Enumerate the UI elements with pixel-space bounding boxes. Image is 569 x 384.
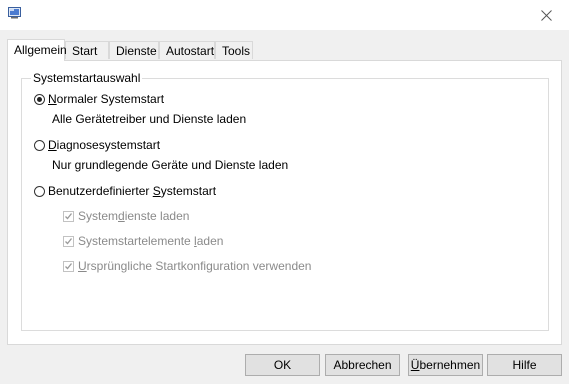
- apply-button[interactable]: Übernehmen: [408, 354, 483, 376]
- normal-startup-radio[interactable]: Normaler Systemstart: [34, 91, 164, 107]
- checkmark-icon: [65, 237, 73, 244]
- close-icon: [540, 9, 552, 21]
- checkbox[interactable]: [63, 210, 74, 222]
- checkmark-icon: [65, 212, 73, 219]
- checkmark-icon: [65, 262, 73, 269]
- load-startup-items-checkbox[interactable]: Systemstartelemente laden: [63, 233, 223, 249]
- help-button[interactable]: Hilfe: [487, 354, 562, 376]
- msconfig-app-icon: [8, 7, 21, 19]
- normal-startup-description: Alle Gerätetreiber und Dienste laden: [52, 112, 247, 126]
- tab-start[interactable]: Start: [65, 41, 109, 59]
- tab-allgemein[interactable]: Allgemein: [7, 39, 67, 61]
- normal-startup-label: Normaler Systemstart: [48, 92, 165, 106]
- close-button[interactable]: [523, 0, 569, 30]
- general-tab-panel: Systemstartauswahl Normaler Systemstart …: [7, 60, 562, 345]
- checkbox[interactable]: [63, 235, 74, 247]
- load-startup-items-label: Systemstartelemente laden: [78, 234, 224, 248]
- tab-autostart[interactable]: Autostart: [159, 41, 215, 59]
- tab-tools[interactable]: Tools: [215, 41, 253, 59]
- checkbox[interactable]: [63, 260, 74, 272]
- radio-button[interactable]: [34, 93, 45, 105]
- system-configuration-window: Allgemein Start Dienste Autostart Tools …: [0, 0, 569, 384]
- title-bar: [0, 0, 569, 30]
- load-system-services-checkbox[interactable]: Systemdienste laden: [63, 208, 189, 224]
- custom-startup-radio[interactable]: Benutzerdefinierter Systemstart: [34, 183, 216, 199]
- diagnostic-startup-label: Diagnosesystemstart: [48, 138, 161, 152]
- custom-startup-label: Benutzerdefinierter Systemstart: [48, 184, 217, 198]
- radio-button[interactable]: [34, 185, 45, 197]
- radio-button[interactable]: [34, 139, 45, 151]
- use-original-boot-config-checkbox[interactable]: Ursprüngliche Startkonfiguration verwend…: [63, 258, 311, 274]
- load-system-services-label: Systemdienste laden: [78, 209, 190, 223]
- ok-button[interactable]: OK: [245, 354, 320, 376]
- cancel-button[interactable]: Abbrechen: [325, 354, 400, 376]
- diagnostic-startup-radio[interactable]: Diagnosesystemstart: [34, 137, 160, 153]
- diagnostic-startup-description: Nur grundlegende Geräte und Dienste lade…: [52, 158, 289, 172]
- group-title: Systemstartauswahl: [31, 71, 143, 85]
- startup-selection-group: Systemstartauswahl Normaler Systemstart …: [21, 71, 549, 331]
- use-original-boot-config-label: Ursprüngliche Startkonfiguration verwend…: [78, 259, 312, 273]
- tab-dienste[interactable]: Dienste: [109, 41, 159, 59]
